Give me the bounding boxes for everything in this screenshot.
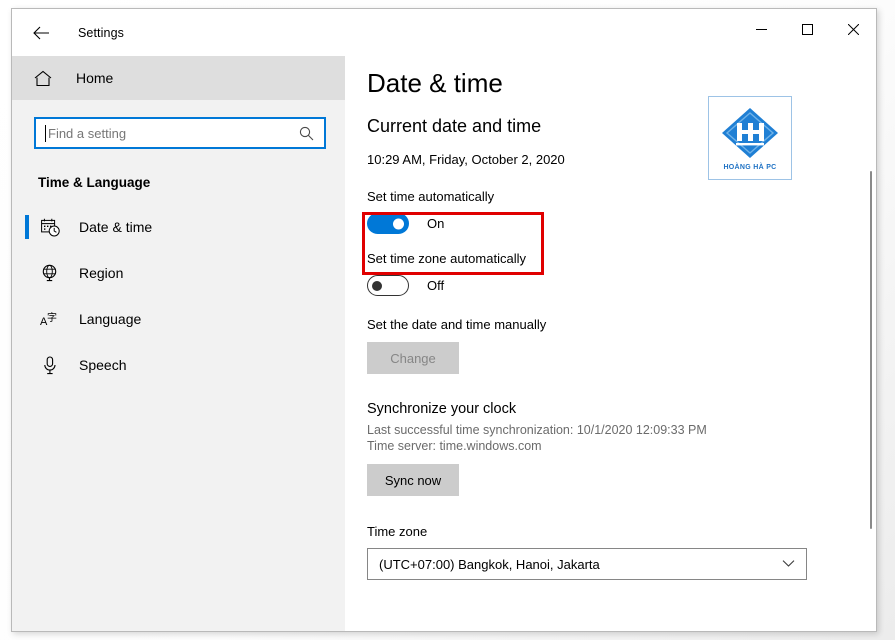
globe-icon [39, 264, 61, 282]
sidebar-item-home[interactable]: Home [12, 56, 345, 100]
set-time-automatically-state: On [427, 216, 444, 231]
set-time-automatically-label: Set time automatically [367, 189, 877, 204]
microphone-icon [39, 356, 61, 375]
set-timezone-automatically-row: Off [367, 275, 877, 296]
sidebar: Home Time & Language [12, 56, 345, 632]
search-input[interactable] [36, 126, 299, 141]
sidebar-item-label: Speech [79, 357, 126, 373]
sidebar-section-title: Time & Language [38, 175, 345, 190]
desktop-background: Settings [0, 0, 895, 640]
last-sync-text: Last successful time synchronization: 10… [367, 423, 877, 437]
set-timezone-automatically-label: Set time zone automatically [367, 251, 877, 266]
sidebar-item-language[interactable]: A 字 Language [12, 296, 345, 342]
window-title: Settings [78, 26, 124, 40]
time-server-text: Time server: time.windows.com [367, 439, 877, 453]
sidebar-item-label: Language [79, 311, 141, 327]
title-bar: Settings [12, 9, 876, 56]
manual-datetime-label: Set the date and time manually [367, 317, 877, 332]
hoang-ha-pc-logo: HOÀNG HÀ PC [708, 96, 792, 180]
settings-window: Settings [11, 8, 877, 632]
calendar-clock-icon [39, 218, 61, 237]
page-title: Date & time [367, 68, 877, 99]
toggle-knob [393, 218, 404, 229]
sidebar-item-speech[interactable]: Speech [12, 342, 345, 388]
minimize-button[interactable] [738, 9, 784, 49]
toggle-knob [372, 281, 382, 291]
timezone-group: Time zone (UTC+07:00) Bangkok, Hanoi, Ja… [367, 524, 877, 580]
synchronize-clock-group: Synchronize your clock Last successful t… [367, 401, 877, 496]
sidebar-item-date-time[interactable]: Date & time [12, 204, 345, 250]
change-button[interactable]: Change [367, 342, 459, 374]
sync-now-button[interactable]: Sync now [367, 464, 459, 496]
svg-text:字: 字 [47, 311, 57, 324]
current-datetime-heading: Current date and time [367, 116, 877, 137]
set-time-automatically-group: Set time automatically On [367, 189, 877, 234]
set-timezone-automatically-group: Set time zone automatically Off [367, 251, 877, 296]
set-time-automatically-row: On [367, 213, 877, 234]
set-timezone-automatically-state: Off [427, 278, 444, 293]
timezone-dropdown[interactable]: (UTC+07:00) Bangkok, Hanoi, Jakarta [367, 548, 807, 580]
sidebar-nav-list: Date & time Region [12, 204, 345, 388]
sidebar-item-region[interactable]: Region [12, 250, 345, 296]
sidebar-item-label: Region [79, 265, 123, 281]
home-icon [34, 70, 62, 87]
manual-datetime-group: Set the date and time manually Change [367, 317, 877, 374]
timezone-value: (UTC+07:00) Bangkok, Hanoi, Jakarta [379, 557, 600, 572]
set-timezone-automatically-toggle[interactable] [367, 275, 409, 296]
logo-caption: HOÀNG HÀ PC [723, 164, 776, 171]
set-time-automatically-toggle[interactable] [367, 213, 409, 234]
back-arrow-icon[interactable] [18, 13, 64, 53]
synchronize-clock-heading: Synchronize your clock [367, 401, 877, 417]
text-caret [45, 125, 46, 142]
search-icon[interactable] [299, 126, 324, 141]
current-datetime-value: 10:29 AM, Friday, October 2, 2020 [367, 152, 877, 167]
main-content: Date & time Current date and time 10:29 … [345, 56, 877, 632]
scrollbar-thumb[interactable] [870, 171, 872, 529]
search-box[interactable] [34, 117, 326, 149]
chevron-down-icon[interactable] [782, 555, 795, 573]
sidebar-home-label: Home [76, 70, 113, 86]
maximize-button[interactable] [784, 9, 830, 49]
sidebar-item-label: Date & time [79, 219, 152, 235]
language-icon: A 字 [39, 310, 61, 328]
timezone-label: Time zone [367, 524, 877, 539]
close-button[interactable] [830, 9, 876, 49]
content-scrollbar[interactable] [864, 103, 877, 632]
window-controls [738, 9, 876, 49]
